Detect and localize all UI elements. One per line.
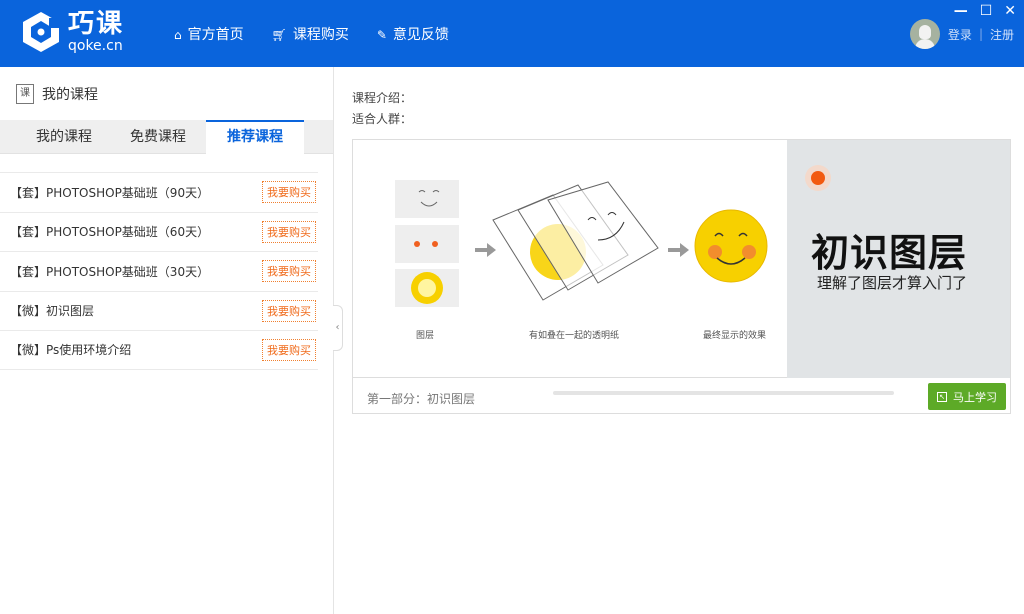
lesson-card: 图层 有如叠在一起的透明纸 最终显示的效果 初识图层 理解了图层才算入门了 第一… [352, 139, 1011, 414]
sidebar-title: 我的课程 [42, 87, 98, 103]
progress-bar [553, 391, 894, 395]
list-item[interactable]: 【微】Ps使用环境介绍 我要购买 [0, 330, 318, 370]
learn-icon: ↖ [937, 391, 947, 402]
banner-title: 初识图层 [811, 231, 968, 275]
start-learning-label: 马上学习 [953, 390, 997, 404]
tab-free-courses[interactable]: 免费课程 [109, 120, 207, 154]
register-link[interactable]: 注册 [990, 26, 1014, 43]
cart-icon: 🛒︎ [271, 28, 287, 42]
avatar[interactable] [909, 19, 940, 49]
separator: | [978, 27, 983, 41]
course-name: 【套】PHOTOSHOP基础班（90天） [10, 185, 210, 200]
audience-label: 适合人群： [352, 112, 413, 126]
login-link[interactable]: 登录 [948, 26, 972, 43]
logo-domain: qoke.cn [68, 38, 123, 54]
dot-icon [805, 165, 831, 191]
home-icon: ⌂ [174, 28, 182, 42]
pencil-icon: ✎ [376, 28, 387, 42]
course-intro-label: 课程介绍： [352, 91, 413, 105]
logo-hexagon-icon [23, 12, 59, 52]
nav-home-label: 官方首页 [187, 27, 244, 43]
buy-button[interactable]: 我要购买 [262, 299, 316, 322]
logo[interactable]: 巧课 qoke.cn [20, 10, 124, 54]
tab-my-courses[interactable]: 我的课程 [15, 120, 113, 154]
minimize-button[interactable]: — [954, 3, 968, 19]
list-item[interactable]: 【套】PHOTOSHOP基础班（60天） 我要购买 [0, 211, 318, 252]
caption-transparent-paper: 有如叠在一起的透明纸 [529, 331, 620, 341]
nav-home[interactable]: ⌂ 官方首页 [174, 24, 244, 44]
caption-final-effect: 最终显示的效果 [703, 331, 767, 341]
nav-feedback[interactable]: ✎ 意见反馈 [377, 24, 449, 44]
tab-recommended-courses[interactable]: 推荐课程 [206, 120, 304, 155]
buy-button[interactable]: 我要购买 [262, 338, 316, 361]
title-bar: 巧课 qoke.cn ⌂ 官方首页 🛒︎ 课程购买 ✎ 意见反馈 — ☐ ✕ 登录 | … [0, 0, 1024, 67]
course-name: 【套】PHOTOSHOP基础班（60天） [10, 225, 210, 240]
list-item[interactable]: 【套】PHOTOSHOP基础班（90天） 我要购买 [0, 172, 318, 212]
nav-feedback-label: 意见反馈 [392, 27, 449, 43]
section-title: 第一部分：初识图层 [367, 392, 476, 406]
caption-layers: 图层 [416, 331, 435, 341]
buy-button[interactable]: 我要购买 [262, 220, 316, 243]
maximize-button[interactable]: ☐ [980, 3, 993, 19]
close-button[interactable]: ✕ [1004, 3, 1016, 19]
collapse-sidebar-button[interactable]: ‹ [333, 305, 343, 351]
buy-button[interactable]: 我要购买 [262, 181, 316, 204]
start-learning-button[interactable]: ↖ 马上学习 [928, 383, 1006, 410]
lesson-banner[interactable]: 图层 有如叠在一起的透明纸 最终显示的效果 初识图层 理解了图层才算入门了 [353, 140, 1010, 378]
course-tabs: 我的课程 免费课程 推荐课程 [0, 120, 333, 155]
layers-illustration [395, 180, 768, 307]
banner-subtitle: 理解了图层才算入门了 [817, 274, 968, 292]
course-name: 【套】PHOTOSHOP基础班（30天） [10, 264, 210, 279]
course-icon: 课 [16, 84, 34, 104]
nav-purchase[interactable]: 🛒︎ 课程购买 [272, 24, 349, 44]
course-sidebar: 课我的课程 我的课程 免费课程 推荐课程 【套】PHOTOSHOP基础班（90天… [0, 67, 334, 614]
nav-purchase-label: 课程购买 [292, 27, 349, 43]
list-item[interactable]: 【套】PHOTOSHOP基础班（30天） 我要购买 [0, 251, 318, 291]
list-item[interactable]: 【微】初识图层 我要购买 [0, 290, 318, 331]
course-list: 【套】PHOTOSHOP基础班（90天） 我要购买 【套】PHOTOSHOP基础班… [0, 172, 318, 370]
buy-button[interactable]: 我要购买 [262, 260, 316, 283]
course-name: 【微】初识图层 [10, 304, 95, 319]
course-name: 【微】Ps使用环境介绍 [10, 343, 132, 358]
logo-title: 巧课 [68, 9, 125, 39]
